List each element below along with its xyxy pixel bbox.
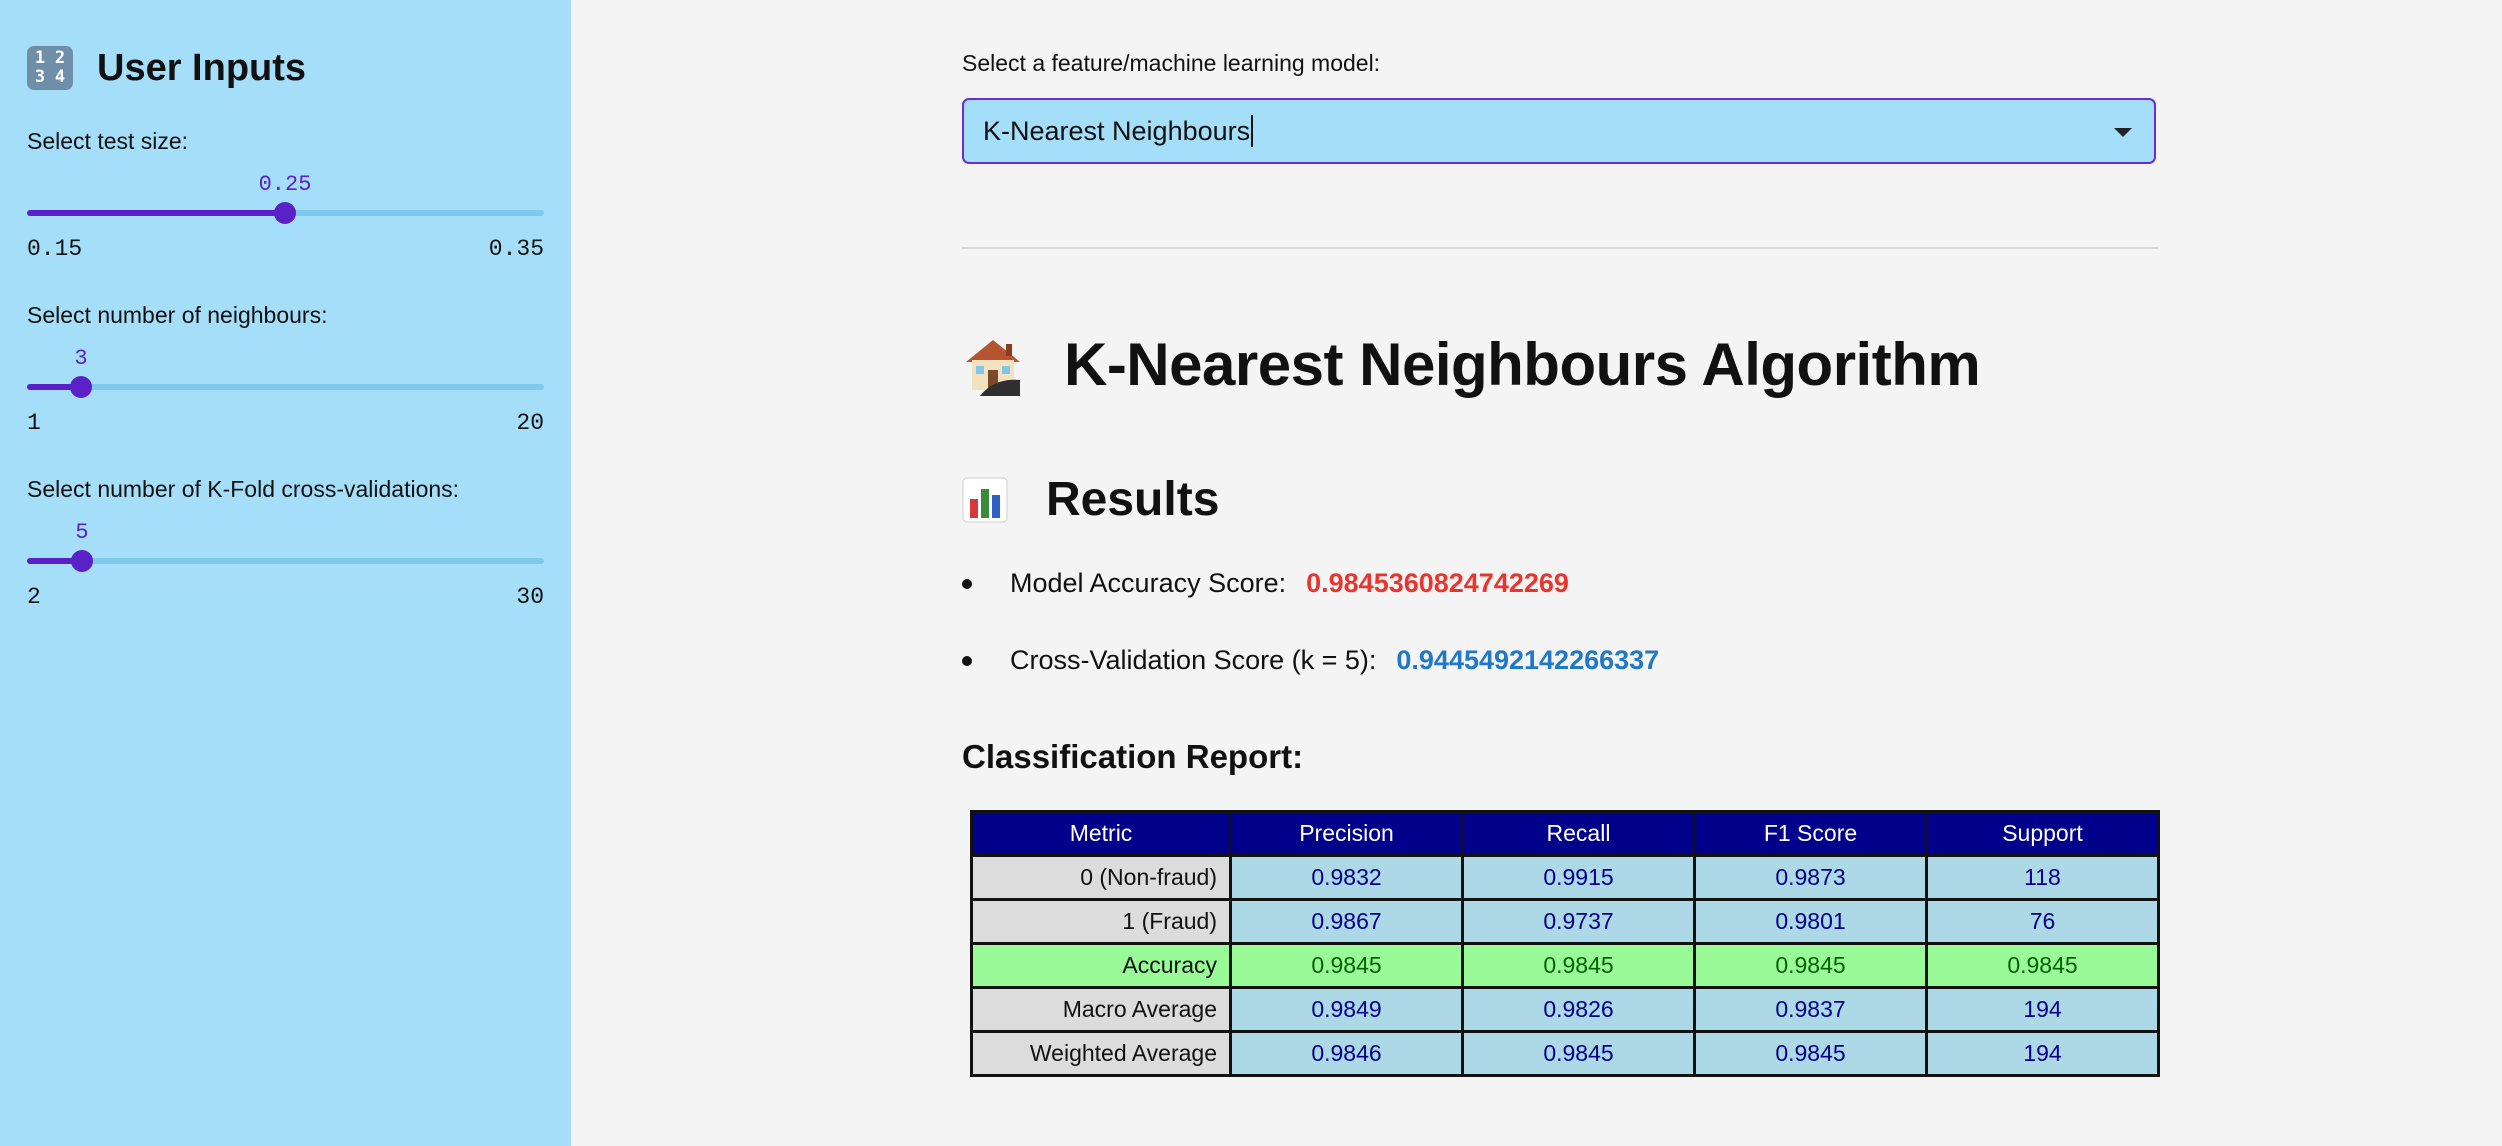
table-cell: 0.9845	[1461, 1030, 1696, 1077]
accuracy-bullet: Model Accuracy Score: 0.9845360824742269	[962, 568, 1569, 599]
table-cell: 0.9915	[1461, 854, 1696, 901]
table-cell: Macro Average	[970, 986, 1232, 1033]
table-cell: Weighted Average	[970, 1030, 1232, 1077]
table-cell: 0.9845	[1693, 942, 1928, 989]
table-cell: 0.9737	[1461, 898, 1696, 945]
table-cell: 0.9849	[1229, 986, 1464, 1033]
kfold-slider[interactable]	[27, 550, 544, 572]
bullet-dot	[962, 655, 972, 666]
model-select[interactable]: K-Nearest Neighbours	[962, 98, 2156, 164]
slider-label: Select test size:	[27, 128, 189, 154]
slider-thumb[interactable]	[70, 376, 92, 398]
slider-max: 30	[516, 584, 544, 610]
neighbours-slider[interactable]	[27, 376, 544, 398]
table-cell: 0.9845	[1925, 942, 2160, 989]
slider-max: 20	[516, 410, 544, 436]
results-heading: Results	[962, 472, 1219, 527]
slider-value: 3	[74, 346, 88, 371]
table-row: Macro Average 0.9849 0.9826 0.9837 194	[970, 986, 2160, 1033]
classification-report-table: Metric Precision Recall F1 Score Support…	[970, 810, 2160, 1077]
slider-value: 5	[75, 520, 89, 545]
test-size-slider-block: Select test size: 0.25 0.15 0.35	[27, 128, 544, 268]
bullet-dot	[962, 578, 972, 589]
sidebar-header: 1 2 3 4 User Inputs	[27, 44, 306, 92]
sidebar-title: User Inputs	[97, 46, 307, 89]
accuracy-score: 0.9845360824742269	[1306, 568, 1569, 598]
table-cell: Accuracy	[970, 942, 1232, 989]
column-header: Support	[1925, 810, 2160, 857]
slider-min: 0.15	[27, 236, 83, 262]
table-header-row: Metric Precision Recall F1 Score Support	[970, 810, 2160, 857]
table-cell: 0.9873	[1693, 854, 1928, 901]
column-header: Recall	[1461, 810, 1696, 857]
test-size-slider[interactable]	[27, 202, 544, 224]
column-header: Precision	[1229, 810, 1464, 857]
neighbours-slider-block: Select number of neighbours: 3 1 20	[27, 302, 544, 442]
table-cell: 0.9832	[1229, 854, 1464, 901]
icon-digit: 1	[34, 48, 46, 68]
slider-label: Select number of K-Fold cross-validation…	[27, 476, 460, 502]
table-cell: 0.9837	[1693, 986, 1928, 1033]
table-row-accuracy: Accuracy 0.9845 0.9845 0.9845 0.9845	[970, 942, 2160, 989]
cv-label: Cross-Validation Score (k = 5):	[1010, 645, 1377, 675]
kfold-slider-block: Select number of K-Fold cross-validation…	[27, 476, 544, 616]
algorithm-heading: K-Nearest Neighbours Algorithm	[1064, 331, 1981, 398]
input-numbers-icon: 1 2 3 4	[27, 46, 73, 90]
slider-range: 0.15 0.35	[27, 236, 544, 262]
table-row: 0 (Non-fraud) 0.9832 0.9915 0.9873 118	[970, 854, 2160, 901]
table-cell: 0.9845	[1461, 942, 1696, 989]
column-header: Metric	[970, 810, 1232, 857]
house-icon	[960, 332, 1026, 398]
report-title: Classification Report:	[962, 738, 1304, 775]
slider-value: 0.25	[258, 172, 312, 197]
model-select-label: Select a feature/machine learning model:	[962, 50, 1381, 76]
icon-digit: 2	[54, 48, 66, 68]
divider	[962, 247, 2158, 249]
table-cell: 0.9801	[1693, 898, 1928, 945]
table-cell: 0.9826	[1461, 986, 1696, 1033]
table-row: Weighted Average 0.9846 0.9845 0.9845 19…	[970, 1030, 2160, 1077]
slider-thumb[interactable]	[274, 202, 296, 224]
icon-digit: 4	[54, 67, 66, 87]
table-cell: 1 (Fraud)	[970, 898, 1232, 945]
column-header: F1 Score	[1693, 810, 1928, 857]
table-row: 1 (Fraud) 0.9867 0.9737 0.9801 76	[970, 898, 2160, 945]
table-cell: 0.9845	[1229, 942, 1464, 989]
table-cell: 76	[1925, 898, 2160, 945]
slider-min: 2	[27, 584, 41, 610]
page-title: K-Nearest Neighbours Algorithm	[960, 330, 1981, 399]
bar-chart-icon	[962, 477, 1008, 523]
results-title: Results	[1046, 473, 1220, 526]
table-cell: 0.9845	[1693, 1030, 1928, 1077]
slider-range: 2 30	[27, 584, 544, 610]
table-cell: 0.9867	[1229, 898, 1464, 945]
icon-digit: 3	[34, 67, 46, 87]
table-cell: 194	[1925, 1030, 2160, 1077]
slider-thumb[interactable]	[71, 550, 93, 572]
model-select-value[interactable]: K-Nearest Neighbours	[983, 115, 1254, 147]
table-cell: 194	[1925, 986, 2160, 1033]
slider-label: Select number of neighbours:	[27, 302, 328, 328]
table-cell: 118	[1925, 854, 2160, 901]
table-cell: 0 (Non-fraud)	[970, 854, 1232, 901]
chevron-down-icon[interactable]	[2114, 128, 2132, 137]
cv-score: 0.9445492142266337	[1396, 645, 1660, 675]
slider-fill	[27, 210, 285, 216]
slider-min: 1	[27, 410, 41, 436]
sidebar: 1 2 3 4 User Inputs Select test size: 0.…	[0, 0, 571, 1146]
accuracy-label: Model Accuracy Score:	[1010, 568, 1287, 598]
cv-bullet: Cross-Validation Score (k = 5): 0.944549…	[962, 645, 1659, 676]
table-cell: 0.9846	[1229, 1030, 1464, 1077]
slider-range: 1 20	[27, 410, 544, 436]
slider-max: 0.35	[488, 236, 544, 262]
